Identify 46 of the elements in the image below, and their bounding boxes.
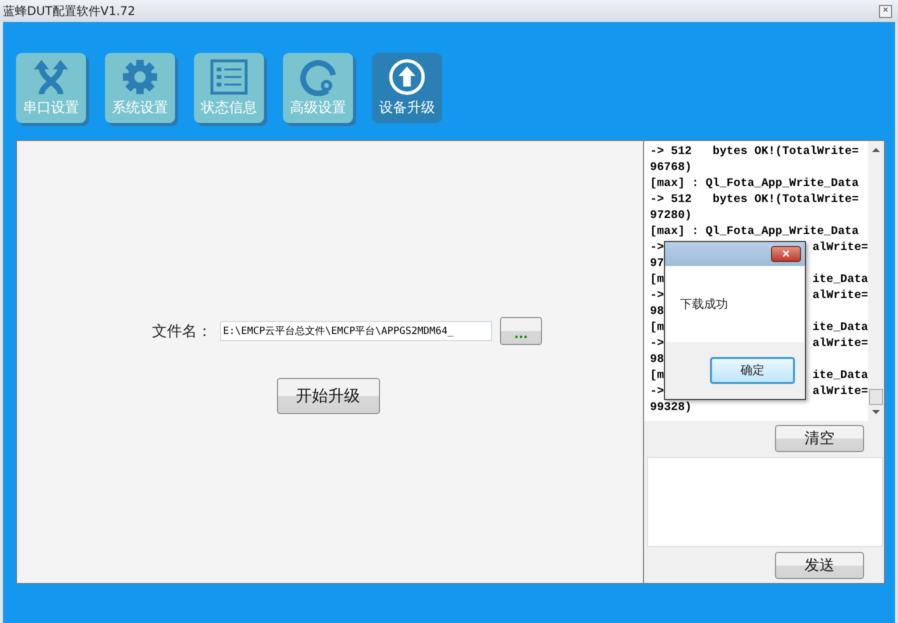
log-line: -> [650, 240, 664, 256]
scroll-thumb[interactable] [869, 389, 884, 406]
ok-button[interactable]: 确定 [710, 357, 795, 384]
log-line: 97 [650, 256, 664, 272]
dialog-message: 下载成功 [680, 296, 728, 312]
log-line-end: ite_Data [812, 320, 868, 336]
close-button[interactable]: × [879, 4, 892, 18]
log-line: -> [650, 336, 664, 352]
file-path-field[interactable]: E:\EMCP云平台总文件\EMCP平台\APPGS2MDM64_ [220, 321, 492, 341]
toolbar-tab[interactable]: 设备升级 [372, 53, 442, 123]
log-line: [max] : Ql_Fota_App_Write_Data [650, 224, 859, 240]
browse-button[interactable]: ... [500, 317, 542, 345]
send-button[interactable]: 发送 [775, 552, 864, 579]
log-line-end: ite_Data [812, 368, 868, 384]
gauge-gear-icon [299, 58, 337, 96]
log-line-end: alWrite= [812, 336, 868, 352]
log-line: [m [650, 368, 664, 384]
gear-icon [121, 58, 159, 96]
log-line-end: alWrite= [812, 288, 868, 304]
log-line: 97280) [650, 208, 692, 224]
upload-icon [388, 58, 426, 96]
list-icon [209, 58, 249, 96]
log-line: [max] : Ql_Fota_App_Write_Data [650, 176, 859, 192]
clear-button[interactable]: 清空 [775, 425, 864, 452]
close-button[interactable]: × [771, 246, 801, 262]
log-line: [m [650, 320, 664, 336]
start-upgrade-button[interactable]: 开始升级 [276, 378, 380, 414]
log-line: [m [650, 272, 664, 288]
window-title: 蓝蜂DUT配置软件V1.72 [3, 2, 136, 20]
log-line: 98 [650, 352, 664, 368]
file-name-label: 文件名： [152, 322, 213, 340]
log-line: -> 512 bytes OK!(TotalWrite= [650, 144, 859, 160]
crossed-arrows-icon [32, 58, 70, 96]
log-line: -> 512 bytes OK!(TotalWrite= [650, 192, 859, 208]
log-line-end: ite_Data [812, 272, 868, 288]
log-line-end: alWrite= [812, 384, 868, 400]
log-line: -> [650, 384, 664, 400]
log-line-end: alWrite= [812, 240, 868, 256]
log-line: 98 [650, 304, 664, 320]
log-line: 99328) [650, 400, 692, 416]
send-input-field[interactable] [647, 456, 883, 548]
log-line: -> [650, 288, 664, 304]
scroll-down-icon[interactable] [872, 410, 880, 414]
log-line: 96768) [650, 160, 692, 176]
scrollbar[interactable] [868, 141, 884, 422]
scroll-up-icon[interactable] [872, 148, 880, 152]
